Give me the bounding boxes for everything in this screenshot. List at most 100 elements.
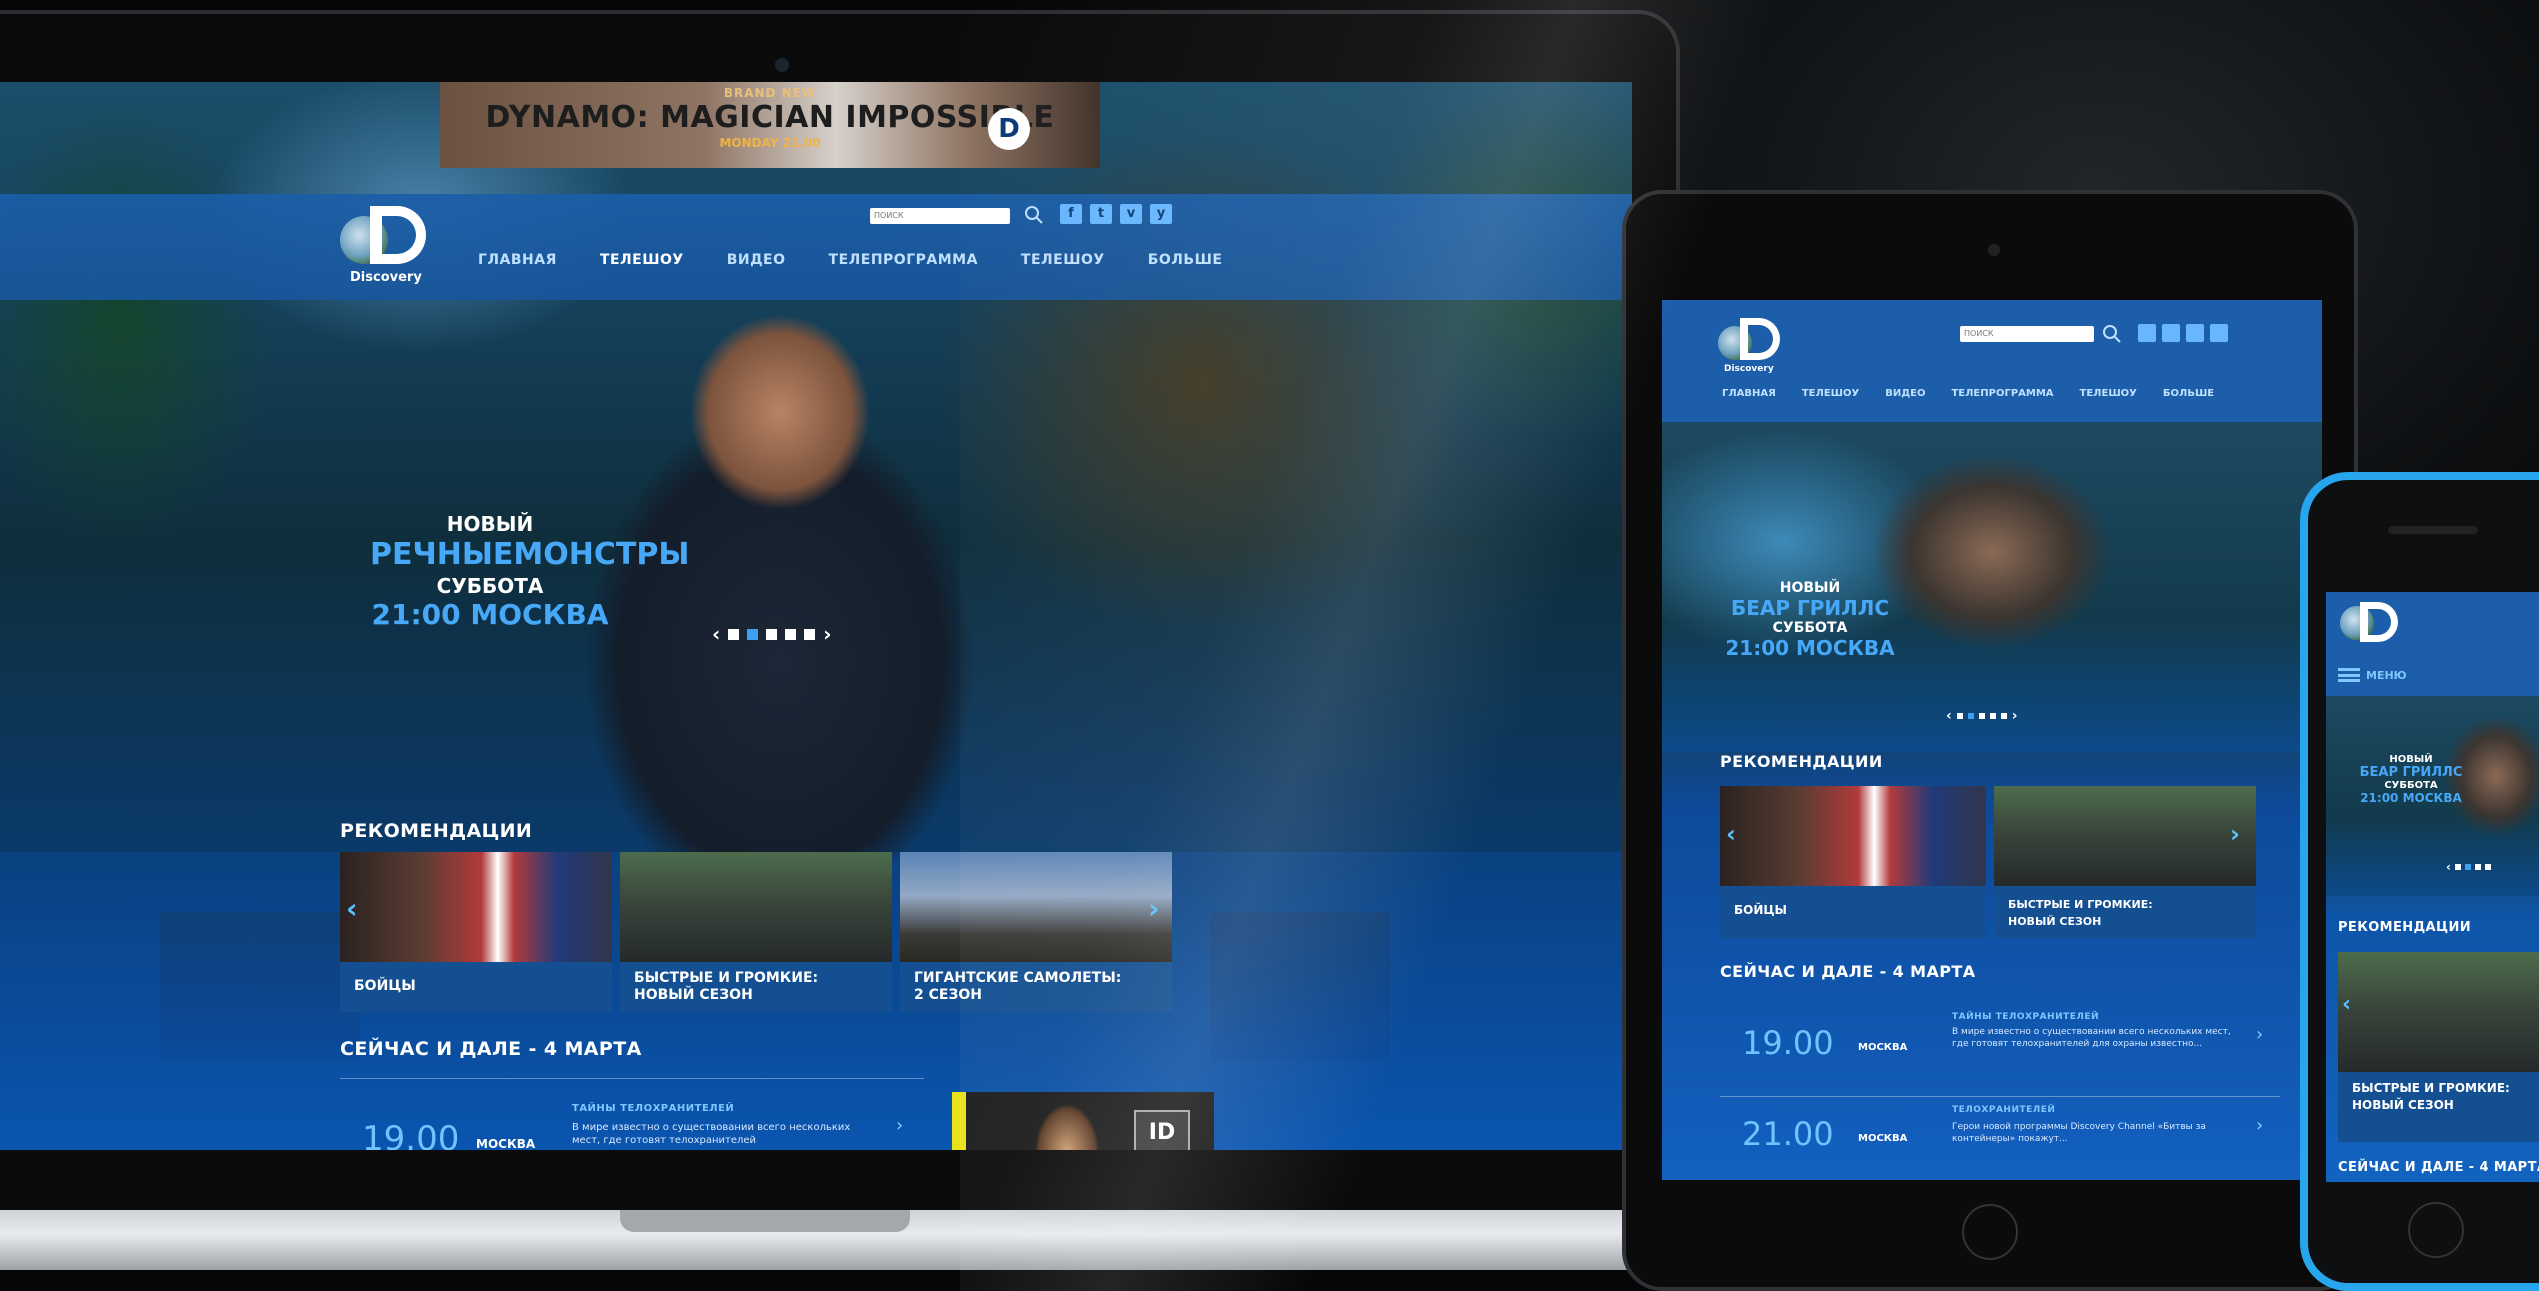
pager-dot-active[interactable]: [2464, 864, 2471, 870]
menu-label: МЕНЮ: [2366, 668, 2407, 682]
schedule-time: 19.00: [362, 1119, 460, 1150]
nav-item-shows-2[interactable]: ТЕЛЕШОУ: [1021, 252, 1105, 268]
schedule-city: МОСКВА: [476, 1137, 536, 1150]
pager-dot[interactable]: [766, 628, 778, 640]
hero-caption[interactable]: НОВЫЙ РЕЧНЫЕМОНСТРЫ СУББОТА 21:00 МОСКВА: [370, 512, 689, 631]
pager-dot[interactable]: [1989, 713, 1996, 719]
schedule-row[interactable]: 19.00 МОСКВА ТАЙНЫ ТЕЛОХРАНИТЕЛЕЙ В мире…: [340, 1078, 924, 1150]
nav-item-tv-guide[interactable]: ТЕЛЕПРОГРАММА: [829, 252, 978, 268]
nav-item-home[interactable]: ГЛАВНАЯ: [1722, 388, 1776, 399]
pager-dot-active[interactable]: [747, 628, 759, 640]
chevron-right-icon[interactable]: ›: [896, 1115, 903, 1136]
chevron-right-icon[interactable]: ›: [823, 622, 831, 646]
home-button[interactable]: [2408, 1202, 2464, 1258]
card-caption: БОЙЦЫ: [354, 978, 416, 994]
rec-card[interactable]: ГИГАНТСКИЕ САМОЛЕТЫ: 2 СЕЗОН: [900, 852, 1172, 1012]
pager-dot[interactable]: [2474, 864, 2481, 870]
chevron-left-icon[interactable]: ‹: [1726, 820, 1736, 848]
nav-item-tv-guide[interactable]: ТЕЛЕПРОГРАММА: [1951, 388, 2053, 399]
card-image: [620, 852, 892, 962]
search-input[interactable]: ПОИСК: [870, 208, 1010, 224]
pager-dot[interactable]: [804, 628, 816, 640]
schedule-show: ТЕЛОХРАНИТЕЛЕЙ: [1952, 1105, 2056, 1115]
chevron-right-icon[interactable]: ›: [1148, 892, 1160, 925]
chevron-right-icon[interactable]: ›: [2256, 1115, 2263, 1136]
hero-image: [560, 302, 1000, 862]
phone-device: МЕНЮ НОВЫЙ БЕАР ГРИЛЛС СУББОТА 21:00 МОС…: [2300, 472, 2539, 1291]
chevron-right-icon[interactable]: ›: [2256, 1024, 2263, 1045]
nav-item-more[interactable]: БОЛЬШЕ: [2163, 388, 2214, 399]
twitter-icon[interactable]: [2162, 324, 2180, 342]
ad-label: BRAND NEW: [723, 86, 817, 100]
hero-pager: ‹: [2446, 860, 2491, 874]
pager-dot[interactable]: [1956, 713, 1963, 719]
hero-pager: ‹ ›: [1946, 708, 2018, 724]
schedule-desc: В мире известно о существовании всего не…: [1952, 1027, 2231, 1049]
pager-dot[interactable]: [728, 628, 740, 640]
search-icon[interactable]: [1024, 205, 1044, 225]
nav-item-shows[interactable]: ТЕЛЕШОУ: [600, 252, 684, 268]
nav-item-shows[interactable]: ТЕЛЕШОУ: [1802, 388, 1859, 399]
nav-item-more[interactable]: БОЛЬШЕ: [1148, 252, 1223, 268]
social-links: f t v y: [1060, 204, 1172, 224]
main-nav: ГЛАВНАЯ ТЕЛЕШОУ ВИДЕО ТЕЛЕПРОГРАММА ТЕЛЕ…: [478, 252, 1265, 268]
rec-card[interactable]: БОЙЦЫ: [1720, 786, 1986, 938]
pager-dot[interactable]: [2454, 864, 2461, 870]
nav-item-home[interactable]: ГЛАВНАЯ: [478, 252, 557, 268]
rec-card[interactable]: БОЙЦЫ: [340, 852, 612, 1012]
nav-item-video[interactable]: ВИДЕО: [727, 252, 786, 268]
schedule-row[interactable]: 19.00 МОСКВА ТАЙНЫ ТЕЛОХРАНИТЕЛЕЙ В мире…: [1720, 1002, 2280, 1086]
search-icon[interactable]: [2102, 324, 2122, 344]
nav-item-video[interactable]: ВИДЕО: [1885, 388, 1925, 399]
facebook-icon[interactable]: f: [1060, 204, 1082, 224]
laptop-bezel: [0, 1150, 1632, 1210]
twitter-icon[interactable]: t: [1090, 204, 1112, 224]
home-button[interactable]: [1962, 1204, 2018, 1260]
chevron-left-icon[interactable]: ‹: [346, 892, 358, 925]
tablet-device: Discovery ПОИСК ГЛАВНАЯ ТЕЛЕШОУ ВИДЕО ТЕ…: [1622, 190, 2358, 1291]
carousel-ghost-left: [160, 912, 360, 1062]
pager-dot[interactable]: [1978, 713, 1985, 719]
nav-item-shows-2[interactable]: ТЕЛЕШОУ: [2080, 388, 2137, 399]
menu-button[interactable]: МЕНЮ: [2338, 668, 2407, 682]
schedule-row[interactable]: 21.00 МОСКВА ТЕЛОХРАНИТЕЛЕЙ Герои новой …: [1720, 1096, 2280, 1180]
ad-banner[interactable]: BRAND NEW DYNAMO: MAGICIAN IMPOSSIBLE MO…: [440, 82, 1100, 168]
hero-show-title: БЕАР ГРИЛЛС: [2359, 765, 2463, 780]
facebook-icon[interactable]: [2138, 324, 2156, 342]
card-caption: БЫСТРЫЕ И ГРОМКИЕ: НОВЫЙ СЕЗОН: [2352, 1081, 2510, 1112]
vk-icon[interactable]: v: [1120, 204, 1142, 224]
rec-card[interactable]: БЫСТРЫЕ И ГРОМКИЕ: НОВЫЙ СЕЗОН: [620, 852, 892, 1012]
card-image: [900, 852, 1172, 962]
hero-caption[interactable]: НОВЫЙ БЕАР ГРИЛЛС СУББОТА 21:00 МОСКВА: [1720, 580, 1900, 660]
hero-caption[interactable]: НОВЫЙ БЕАР ГРИЛЛС СУББОТА 21:00 МОСКВА: [2346, 754, 2476, 805]
schedule-title: СЕЙЧАС И ДАЛЕ - 4 МАРТА: [340, 1038, 642, 1060]
hero-show-title: БЕАР ГРИЛЛС: [1730, 596, 1890, 620]
pager-dot-active[interactable]: [1967, 713, 1974, 719]
chevron-left-icon[interactable]: ‹: [1946, 708, 1952, 724]
search-input[interactable]: ПОИСК: [1960, 326, 2094, 342]
rec-card[interactable]: БЫСТРЫЕ И ГРОМКИЕ: НОВЫЙ СЕЗОН: [1994, 786, 2256, 938]
card-caption: БЫСТРЫЕ И ГРОМКИЕ: НОВЫЙ СЕЗОН: [634, 970, 819, 1003]
pager-dot[interactable]: [785, 628, 797, 640]
chevron-left-icon[interactable]: ‹: [2446, 860, 2451, 874]
chevron-right-icon[interactable]: ›: [2012, 708, 2018, 724]
youtube-icon[interactable]: [2210, 324, 2228, 342]
youtube-icon[interactable]: y: [1150, 204, 1172, 224]
carousel-ghost-right: [1210, 912, 1390, 1062]
pager-dot[interactable]: [2000, 713, 2007, 719]
discovery-logo[interactable]: Discovery: [1718, 318, 1788, 378]
pager-dot[interactable]: [2484, 864, 2491, 870]
schedule-title: СЕЙЧАС И ДАЛЕ - 4 МАРТА: [1720, 962, 1976, 981]
chevron-left-icon[interactable]: ‹: [2342, 992, 2351, 1017]
chevron-right-icon[interactable]: ›: [2230, 820, 2240, 848]
logo-d-icon: [370, 206, 426, 264]
schedule-time: 21.00: [1742, 1115, 1834, 1153]
phone-screen: МЕНЮ НОВЫЙ БЕАР ГРИЛЛС СУББОТА 21:00 МОС…: [2326, 592, 2539, 1182]
social-links: [2138, 324, 2228, 342]
rec-card[interactable]: БЫСТРЫЕ И ГРОМКИЕ: НОВЫЙ СЕЗОН: [2338, 952, 2539, 1142]
card-image: [340, 852, 612, 962]
id-channel-card[interactable]: ID: [952, 1092, 1214, 1150]
discovery-logo[interactable]: Discovery: [340, 206, 430, 290]
chevron-left-icon[interactable]: ‹: [712, 622, 720, 646]
vk-icon[interactable]: [2186, 324, 2204, 342]
